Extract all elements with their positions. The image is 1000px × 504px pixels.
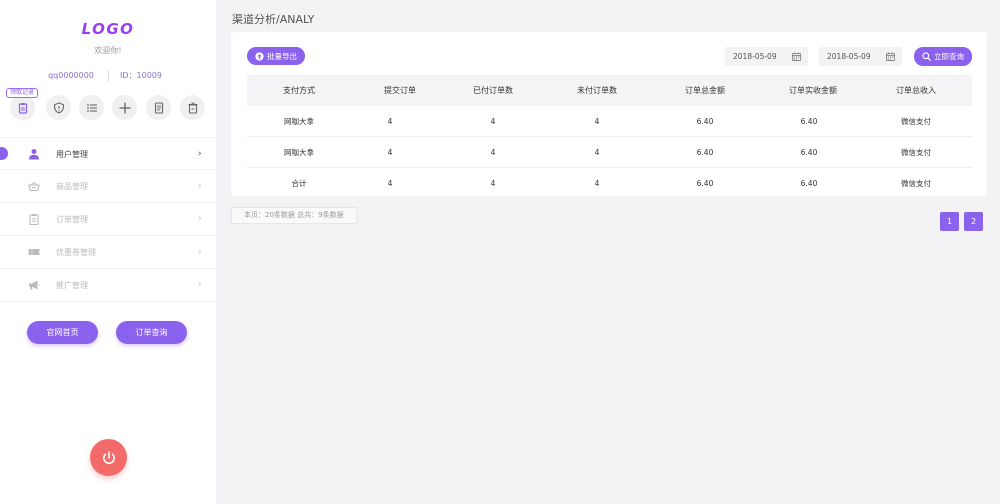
document-quick-button[interactable] <box>146 95 171 120</box>
power-icon <box>102 450 115 464</box>
col-header: 订单实收金额 <box>789 86 837 95</box>
pagination-info: 本页：20条数据 总共：9条数据 <box>231 207 357 224</box>
chevron-right-icon: › <box>198 149 202 159</box>
sidebar-menu: 用户管理 › 商品管理 › 订单管理 › 优惠券管理 › 推广管理 › <box>0 137 216 302</box>
sidebar-item-label: 商品管理 <box>56 182 88 191</box>
clipboard-quick-button[interactable] <box>10 95 35 120</box>
sidebar-item-label: 用户管理 <box>56 150 88 159</box>
table-cell: 4 <box>594 117 600 126</box>
table-cell: 4 <box>387 179 393 188</box>
end-date-input[interactable]: 2018-05-09 <box>819 47 902 66</box>
start-date-input[interactable]: 2018-05-09 <box>725 47 808 66</box>
logout-button[interactable] <box>90 439 127 476</box>
chevron-right-icon: › <box>198 181 202 191</box>
table-header: 支付方式 提交订单 已付订单数 未付订单数 订单总金额 订单实收金额 订单总收入 <box>247 75 972 106</box>
quick-actions <box>0 95 216 121</box>
table-cell: 6.40 <box>696 117 714 126</box>
page-title: 渠道分析/ANALY <box>232 13 315 26</box>
table-cell: 6.40 <box>800 117 818 126</box>
col-header: 未付订单数 <box>577 86 617 95</box>
col-header: 订单总收入 <box>896 86 936 95</box>
user-id: ID：10009 <box>120 71 162 80</box>
add-quick-button[interactable] <box>112 95 137 120</box>
table-cell: 微信支付 <box>901 117 931 126</box>
sidebar-item-users[interactable]: 用户管理 › <box>0 137 216 170</box>
user-icon <box>29 149 39 160</box>
table-cell: 6.40 <box>696 179 714 188</box>
account-divider <box>108 70 109 82</box>
table-cell: 4 <box>594 148 600 157</box>
sidebar-item-orders[interactable]: 订单管理 › <box>0 203 216 236</box>
col-header: 已付订单数 <box>473 86 513 95</box>
table-cell: 网咖大拿 <box>284 148 314 157</box>
col-header: 订单总金额 <box>685 86 725 95</box>
batch-export-label: 批量导出 <box>267 51 297 61</box>
table-cell: 4 <box>387 117 393 126</box>
sidebar-item-promotion[interactable]: 推广管理 › <box>0 269 216 302</box>
table-cell: 4 <box>490 117 496 126</box>
table-cell: 网咖大拿 <box>284 117 314 126</box>
home-button[interactable]: 官网首页 <box>27 321 98 344</box>
table-cell: 6.40 <box>800 179 818 188</box>
sidebar-item-label: 推广管理 <box>56 281 88 290</box>
batch-export-button[interactable]: 批量导出 <box>247 47 305 65</box>
calendar-icon[interactable] <box>792 52 801 61</box>
sidebar-item-products[interactable]: 商品管理 › <box>0 170 216 203</box>
plus-icon <box>119 102 130 113</box>
analysis-card: 批量导出 2018-05-09 2018-05-09 立即查询 支付方式 提交订… <box>231 32 987 196</box>
sidebar: LOGO 欢迎你! qq0000000 ID：10009 领取记录 用户管理 ›… <box>0 0 216 504</box>
page-button-2[interactable]: 2 <box>964 212 983 231</box>
table-cell: 6.40 <box>696 148 714 157</box>
logo: LOGO <box>81 20 135 38</box>
channel-table: 支付方式 提交订单 已付订单数 未付订单数 订单总金额 订单实收金额 订单总收入… <box>247 75 972 199</box>
chevron-right-icon: › <box>198 214 202 224</box>
upload-icon <box>255 51 264 61</box>
col-header: 支付方式 <box>283 86 315 95</box>
list-icon <box>86 103 97 112</box>
document-icon <box>154 101 163 114</box>
query-label: 立即查询 <box>934 52 964 61</box>
page-button-1[interactable]: 1 <box>940 212 959 231</box>
table-row: 网咖大拿 4 4 4 6.40 6.40 微信支付 <box>247 106 972 137</box>
table-cell: 4 <box>594 179 600 188</box>
table-row-total: 合计 4 4 4 6.40 6.40 微信支付 <box>247 168 972 199</box>
search-icon <box>922 52 931 61</box>
table-cell: 微信支付 <box>901 148 931 157</box>
basket-icon <box>28 182 40 192</box>
table-cell: 4 <box>387 148 393 157</box>
trash-icon <box>188 102 197 114</box>
order-query-button[interactable]: 订单查询 <box>116 321 187 344</box>
clipboard-icon <box>18 102 27 114</box>
account-info: qq0000000 ID：10009 <box>0 70 216 82</box>
query-button[interactable]: 立即查询 <box>914 47 972 66</box>
table-cell: 微信支付 <box>901 179 931 188</box>
account-name: qq0000000 <box>48 71 94 80</box>
table-cell: 4 <box>490 179 496 188</box>
end-date-value: 2018-05-09 <box>827 52 871 61</box>
shield-quick-button[interactable] <box>46 95 71 120</box>
delete-quick-button[interactable] <box>180 95 205 120</box>
active-indicator <box>0 147 8 160</box>
megaphone-icon <box>29 280 40 290</box>
sidebar-item-label: 订单管理 <box>56 215 88 224</box>
sidebar-item-coupons[interactable]: 优惠券管理 › <box>0 236 216 269</box>
table-row: 网咖大拿 4 4 4 6.40 6.40 微信支付 <box>247 137 972 168</box>
calendar-icon[interactable] <box>886 52 895 61</box>
welcome-text: 欢迎你! <box>94 46 122 55</box>
clipboard-icon <box>29 214 39 225</box>
chevron-right-icon: › <box>198 280 202 290</box>
list-quick-button[interactable] <box>79 95 104 120</box>
chevron-right-icon: › <box>198 247 202 257</box>
ticket-icon <box>28 249 40 255</box>
table-cell: 6.40 <box>800 148 818 157</box>
sidebar-item-label: 优惠券管理 <box>56 248 96 257</box>
table-cell: 4 <box>490 148 496 157</box>
table-cell: 合计 <box>291 179 307 188</box>
col-header: 提交订单 <box>384 86 416 95</box>
claim-record-badge[interactable]: 领取记录 <box>6 88 39 98</box>
shield-icon <box>53 101 64 114</box>
start-date-value: 2018-05-09 <box>733 52 777 61</box>
